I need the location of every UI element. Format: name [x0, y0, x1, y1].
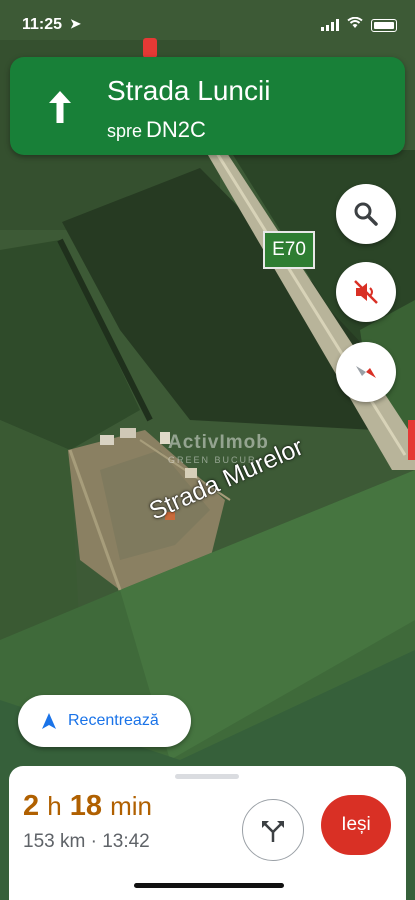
- arrival-time: 13:42: [102, 831, 150, 852]
- location-arrow-icon: ➤: [70, 16, 81, 31]
- navigation-arrow-icon: [42, 713, 56, 729]
- search-button[interactable]: [336, 184, 396, 244]
- wifi-icon: [347, 16, 363, 34]
- separator: ·: [90, 831, 97, 852]
- toward-road: DN2C: [146, 117, 206, 142]
- toward-direction: spre DN2C: [107, 117, 206, 143]
- mute-button[interactable]: [336, 262, 396, 322]
- alternate-routes-icon: [262, 821, 284, 842]
- status-time: 11:25: [22, 16, 63, 33]
- trip-details: 153 km · 13:42: [23, 831, 150, 853]
- recenter-button[interactable]: Recentrează: [18, 695, 191, 747]
- home-indicator[interactable]: [134, 883, 284, 888]
- battery-icon: [371, 18, 397, 32]
- status-bar: 11:25 ➤: [0, 0, 415, 48]
- exit-button[interactable]: Ieși: [321, 795, 391, 855]
- drag-handle[interactable]: [175, 774, 239, 779]
- status-icons: [321, 16, 397, 34]
- search-icon: [354, 202, 378, 226]
- navigation-banner[interactable]: Strada Luncii spre DN2C: [10, 57, 405, 155]
- recenter-label: Recentrează: [68, 712, 159, 729]
- compass-button[interactable]: [336, 342, 396, 402]
- trip-duration: 2 h 18 min: [23, 790, 152, 822]
- toward-prefix: spre: [107, 121, 143, 141]
- straight-arrow-icon: [49, 91, 71, 123]
- trip-summary-sheet[interactable]: 2 h 18 min 153 km · 13:42 Ieși: [9, 766, 406, 900]
- volume-off-icon: [354, 280, 378, 304]
- compass-icon: [356, 366, 376, 378]
- signal-icon: [321, 19, 339, 31]
- road-shield: E70: [263, 231, 315, 269]
- trip-distance: 153 km: [23, 831, 86, 852]
- next-street-name: Strada Luncii: [107, 75, 271, 106]
- alternate-routes-button[interactable]: [242, 799, 304, 861]
